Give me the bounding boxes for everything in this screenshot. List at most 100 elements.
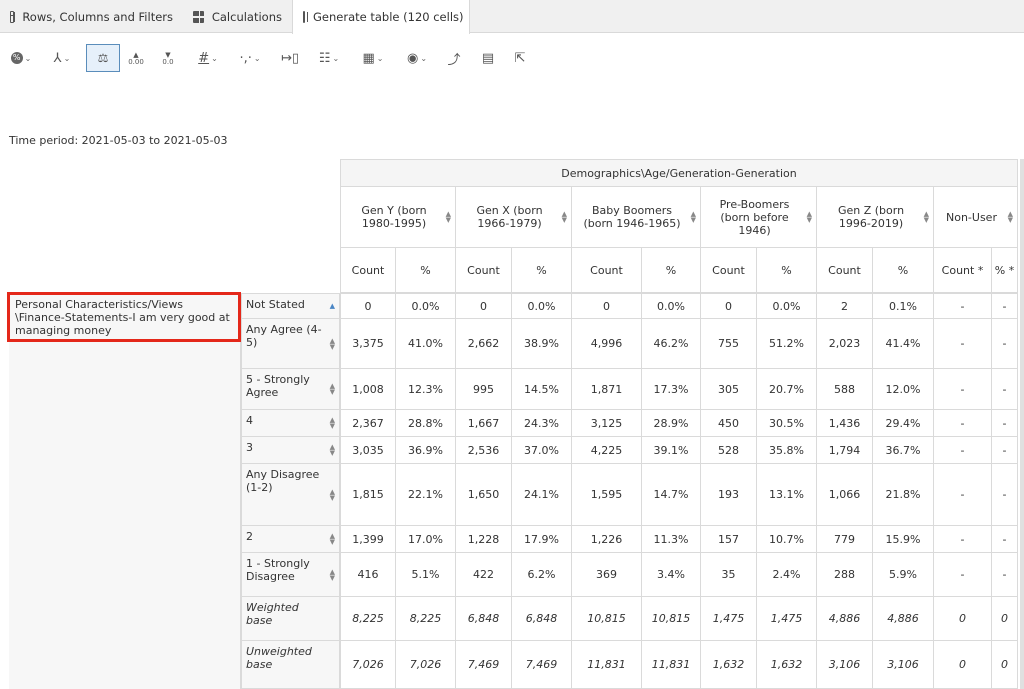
sort-icon[interactable]: ▲ ▼ [330,444,335,457]
table-cell: 4,225 [572,437,642,464]
table-cell: - [934,410,992,437]
tab-calculations[interactable]: Calculations [183,0,292,33]
table-cell: 11,831 [642,641,701,689]
column-subheader[interactable]: % [512,248,572,293]
table-cell: 2,536 [456,437,512,464]
table-cell: 17.3% [642,369,701,410]
row-header[interactable]: 5 - Strongly Agree ▲ ▼ [241,369,340,410]
table-cell: 779 [817,526,873,553]
sort-icon[interactable]: ▲ ▼ [330,337,335,350]
crosstab-table: Demographics\Age/Generation-Generation Ge… [0,159,1024,689]
share-button[interactable]: ⇱ [510,44,530,72]
column-subheader[interactable]: % [642,248,701,293]
table-cell: 4,886 [817,597,873,641]
share-icon: ⇱ [514,50,526,66]
column-group-header[interactable]: Gen X (born 1966-1979) ▲ ▼ [456,187,572,248]
separator-button[interactable]: ·,· ⌄ [234,44,266,72]
sort-icon[interactable]: ▲ ▼ [330,488,335,501]
row-header[interactable]: 2 ▲ ▼ [241,526,340,553]
row-header[interactable]: Not Stated ▲ [241,293,340,319]
row-header[interactable]: Unweighted base [241,641,340,689]
sort-icon[interactable]: ▲ ▼ [446,211,451,224]
table-cell: 41.0% [396,319,456,369]
table-cell: 0.0% [642,293,701,319]
column-group-header[interactable]: Pre-Boomers (born before 1946) ▲ ▼ [701,187,817,248]
column-width-button[interactable]: ↦▯ [280,44,300,72]
column-subheader[interactable]: Count [817,248,873,293]
table-cell: - [934,526,992,553]
sort-icon[interactable]: ▲ ▼ [330,417,335,430]
column-subheader[interactable]: Count [572,248,642,293]
column-subheader[interactable]: % * [992,248,1018,293]
percent-button[interactable]: % ⌄ [6,44,36,72]
column-subheader[interactable]: Count [340,248,396,293]
column-subheader[interactable]: Count [456,248,512,293]
column-group-header[interactable]: Gen Z (born 1996-2019) ▲ ▼ [817,187,934,248]
sort-icon[interactable]: ▲ ▼ [330,383,335,396]
table-cell: 1,475 [757,597,817,641]
sort-icon[interactable]: ▲ ▼ [1008,211,1013,224]
table-cell: 41.4% [873,319,934,369]
table-cell: 10.7% [757,526,817,553]
sort-icon[interactable]: ▲ ▼ [330,533,335,546]
export-row-button[interactable]: ⤴ [444,44,464,72]
decrease-decimal-button[interactable]: ▼ 0.0 [158,44,178,72]
table-cell: 1,650 [456,464,512,526]
table-cell: 450 [701,410,757,437]
sort-icon[interactable]: ▲ ▼ [924,211,929,224]
table-cell: 24.3% [512,410,572,437]
column-group-header[interactable]: Non-User ▲ ▼ [934,187,1018,248]
sort-icon[interactable]: ▲ ▼ [562,211,567,224]
table-cell: 29.4% [873,410,934,437]
table-cell: 2.4% [757,553,817,597]
row-question[interactable]: Personal Characteristics/Views \Finance-… [7,292,241,342]
tab-rows-columns-filters[interactable]: Rows, Columns and Filters [0,0,183,33]
row-header[interactable]: Any Agree (4-5) ▲ ▼ [241,319,340,369]
table-cell: 4,886 [873,597,934,641]
table-cell: 5.1% [396,553,456,597]
vertical-scrollbar[interactable] [1020,159,1024,689]
row-header[interactable]: 1 - Strongly Disagree ▲ ▼ [241,553,340,597]
table-cell: - [992,464,1018,526]
sort-icon[interactable]: ▲ ▼ [691,211,696,224]
row-header[interactable]: 3 ▲ ▼ [241,437,340,464]
balance-button[interactable]: ⚖ [86,44,120,72]
column-subheader[interactable]: % [396,248,456,293]
table-layout-button[interactable]: ☷ ⌄ [314,44,344,72]
time-period: Time period: 2021-05-03 to 2021-05-03 [9,134,228,147]
table-icon [303,11,308,23]
sort-icon[interactable]: ▲ ▼ [807,211,812,224]
table-cell: 1,399 [340,526,396,553]
table-cell: - [934,464,992,526]
column-subheader[interactable]: % [873,248,934,293]
column-group-header[interactable]: Baby Boomers (born 1946-1965) ▲ ▼ [572,187,701,248]
row-header[interactable]: 4 ▲ ▼ [241,410,340,437]
row-header[interactable]: Weighted base [241,597,340,641]
column-view-button[interactable]: ▤ [478,44,498,72]
hide-button[interactable]: ◉ ⌄ [402,44,432,72]
table-cell: 7,026 [340,641,396,689]
table-cell: 11.3% [642,526,701,553]
increase-decimal-button[interactable]: ▲ 0.00 [126,44,146,72]
sort-ascending-icon[interactable]: ▲ [330,303,335,310]
row-header[interactable]: Any Disagree (1-2) ▲ ▼ [241,464,340,526]
sort-icon[interactable]: ▲ ▼ [330,568,335,581]
column-subheader[interactable]: % [757,248,817,293]
table-cell: 755 [701,319,757,369]
comma-icon: ·,· [239,50,252,66]
table-cell: 12.3% [396,369,456,410]
table-cell: 46.2% [642,319,701,369]
tab-generate-table[interactable]: Generate table (120 cells) [292,0,470,34]
number-format-button[interactable]: # ⌄ [194,44,222,72]
column-subheader[interactable]: Count * [934,248,992,293]
table-cell: 1,667 [456,410,512,437]
table-cell: 369 [572,553,642,597]
balance-icon: ⚖ [97,51,109,65]
table-cell: 36.9% [396,437,456,464]
grid-button[interactable]: ▦ ⌄ [358,44,388,72]
column-subheader[interactable]: Count [701,248,757,293]
banner-header: Demographics\Age/Generation-Generation [340,159,1018,187]
chart-branch-button[interactable]: ⅄ ⌄ [46,44,78,72]
column-group-header[interactable]: Gen Y (born 1980-1995) ▲ ▼ [340,187,456,248]
table-cell: 0.0% [512,293,572,319]
